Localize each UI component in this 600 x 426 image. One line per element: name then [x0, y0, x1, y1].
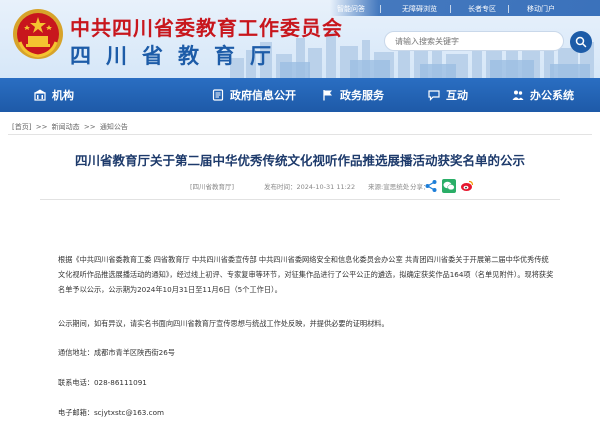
article-paragraph: 根据《中共四川省委教育工委 四省教育厅 中共四川省委宣传部 中共四川省委网络安全… [58, 255, 554, 294]
toplink-elderly[interactable]: 长者专区 [468, 4, 496, 14]
breadcrumb-home[interactable]: [首页] [12, 123, 31, 131]
toplink-mobile[interactable]: 移动门户 [527, 4, 555, 14]
search-input[interactable] [395, 34, 555, 49]
breadcrumb: [首页] >> 新闻动态 >> 通知公告 [12, 122, 130, 132]
site-title: 中共四川省委教育工作委员会 [70, 16, 343, 40]
breadcrumb-separator: >> [35, 123, 48, 131]
nav-label: 机构 [52, 89, 74, 102]
breadcrumb-news[interactable]: 新闻动态 [52, 123, 80, 131]
toplink-smart-qa[interactable]: 智能问答 [337, 4, 365, 14]
contact-address: 通信地址：成都市青羊区陕西街26号 [58, 348, 175, 357]
contact-phone: 联系电话：028-86111091 [58, 378, 147, 387]
divider [40, 199, 560, 200]
toplink-accessibility[interactable]: 无障碍浏览 [402, 4, 437, 14]
breadcrumb-separator: >> [83, 123, 96, 131]
nav-label: 政府信息公开 [230, 89, 296, 102]
search-button[interactable] [570, 31, 592, 53]
article-date: 发布时间：2024-10-31 11:22 [264, 183, 356, 191]
article-author: 来源:宣思统处 [368, 183, 410, 191]
divider [8, 134, 592, 135]
people-icon [512, 90, 524, 100]
main-nav: 机构 政府信息公开 政务服务 互动 办公系统 [0, 78, 600, 112]
article-paragraph: 公示期间，如有异议，请实名书面向四川省教育厅宣传思想与统战工作处反映，并提供必要… [58, 319, 389, 328]
national-emblem-logo [13, 9, 63, 59]
site-subtitle: 四川省教育厅 [70, 44, 286, 68]
top-links: 智能问答 无障碍浏览 长者专区 移动门户 [330, 4, 600, 18]
contact-email: 电子邮箱：scjytxstc@163.com [58, 408, 165, 417]
divider [380, 5, 381, 13]
search-icon [575, 36, 587, 48]
nav-item-institution[interactable]: 机构 [34, 78, 74, 112]
breadcrumb-notices[interactable]: 通知公告 [100, 123, 128, 131]
search-box [384, 31, 564, 51]
site-header: 中共四川省委教育工作委员会 四川省教育厅 智能问答 无障碍浏览 长者专区 移动门… [0, 0, 600, 78]
chat-icon [428, 90, 440, 101]
article-source: [四川省教育厅] [190, 183, 235, 191]
nav-label: 办公系统 [530, 89, 574, 102]
nav-label: 互动 [446, 89, 468, 102]
building-icon [34, 89, 46, 101]
flag-icon [323, 90, 332, 101]
info-icon [212, 89, 224, 101]
wechat-icon[interactable] [442, 179, 456, 193]
share-icon[interactable] [424, 179, 438, 193]
nav-item-office-system[interactable]: 办公系统 [512, 78, 574, 112]
divider [450, 5, 451, 13]
nav-item-interaction[interactable]: 互动 [428, 78, 468, 112]
nav-item-info-disclosure[interactable]: 政府信息公开 [212, 78, 296, 112]
divider [508, 5, 509, 13]
article-title: 四川省教育厅关于第二届中华优秀传统文化视听作品推选展播活动获奖名单的公示 [74, 153, 525, 168]
weibo-icon[interactable] [460, 179, 474, 193]
nav-label: 政务服务 [340, 89, 384, 102]
nav-item-gov-services[interactable]: 政务服务 [322, 78, 384, 112]
